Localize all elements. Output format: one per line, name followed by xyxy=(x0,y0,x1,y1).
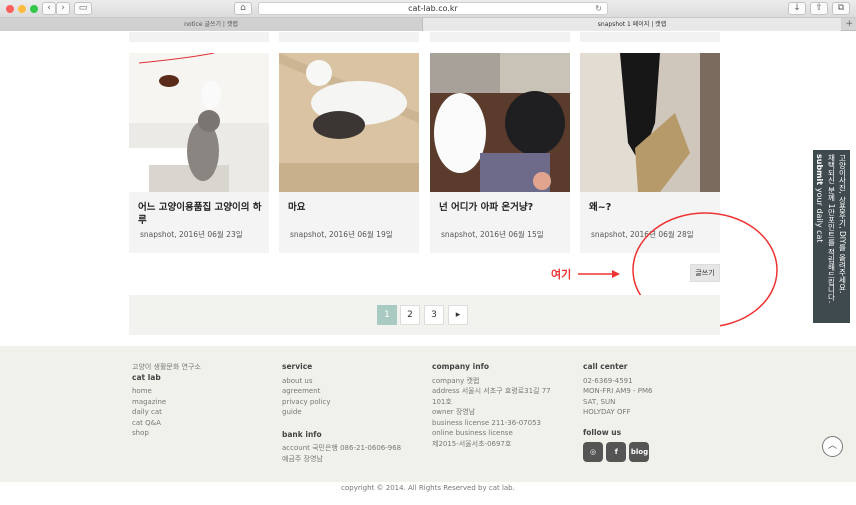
instagram-icon[interactable]: ◎ xyxy=(583,442,603,462)
service-heading: service xyxy=(282,362,313,371)
banner-submit-title: submit your daily cat xyxy=(815,154,824,243)
page-1-button[interactable]: 1 xyxy=(377,305,397,325)
page-content: 어느 고양이용품집 고양이의 하루 snapshot, 2016년 06월 23… xyxy=(0,32,856,505)
scroll-top-button[interactable]: ︿ xyxy=(822,436,843,457)
download-icon[interactable]: ↓ xyxy=(788,2,806,15)
company-line: company 캣랩 xyxy=(432,376,480,385)
follow-heading: follow us xyxy=(583,427,622,437)
back-icon[interactable]: ‹ xyxy=(42,2,56,15)
submit-side-banner[interactable]: submit your daily cat 채택되신 분께 1만포인트를 적립해… xyxy=(813,150,850,323)
footer-brand-column: 고양이 생활문화 연구소 cat lab home magazine daily… xyxy=(132,362,201,439)
home-icon[interactable]: ⌂ xyxy=(234,2,252,15)
next-page-button[interactable]: ▸ xyxy=(448,305,468,325)
close-window-button[interactable] xyxy=(6,5,14,13)
footer-company-column: company info company 캣랩 address 서울시 서초구 … xyxy=(432,362,551,449)
reload-icon[interactable]: ↻ xyxy=(595,3,602,14)
banner-line: 채택되신 분께 1만포인트를 적립해드립니다. xyxy=(827,154,836,304)
browser-window: ‹ › ▭ ⌂ cat-lab.co.kr ↻ ↓ ⇧ ⧉ notice 글쓰기… xyxy=(0,0,856,505)
minimize-window-button[interactable] xyxy=(18,5,26,13)
footer-link-magazine[interactable]: magazine xyxy=(132,397,201,408)
footer-call-column: call center 02-6369-4591 MON-FRI AM9 - P… xyxy=(583,362,652,462)
footer-link-home[interactable]: home xyxy=(132,386,201,397)
tabs-overview-icon[interactable]: ⧉ xyxy=(832,2,850,15)
footer-link-privacy-policy[interactable]: privacy policy xyxy=(282,397,401,408)
footer-link-shop[interactable]: shop xyxy=(132,428,201,439)
zoom-window-button[interactable] xyxy=(30,5,38,13)
tab-bar: notice 글쓰기 | 캣랩 snapshot 1 페이지 | 캣랩 + xyxy=(0,18,856,31)
tab-snapshot[interactable]: snapshot 1 페이지 | 캣랩 xyxy=(423,18,841,31)
title-bar: ‹ › ▭ ⌂ cat-lab.co.kr ↻ ↓ ⇧ ⧉ xyxy=(0,0,856,18)
facebook-icon[interactable]: f xyxy=(606,442,627,462)
copyright-text: copyright © 2014. All Rights Reserved by… xyxy=(341,484,515,492)
new-tab-icon[interactable]: + xyxy=(845,18,853,31)
bank-heading: bank info xyxy=(282,429,322,439)
sidebar-icon[interactable]: ▭ xyxy=(74,2,92,15)
company-line: 제2015-서울서초-0697호 xyxy=(432,439,512,448)
footer-service-column: service about us agreement privacy polic… xyxy=(282,362,401,464)
footer: 고양이 생활문화 연구소 cat lab home magazine daily… xyxy=(0,346,856,482)
bank-holder: 예금주 장영남 xyxy=(282,454,323,463)
company-line: address 서울시 서초구 효령로31길 77 xyxy=(432,387,551,395)
footer-link-guide[interactable]: guide xyxy=(282,407,401,418)
share-icon[interactable]: ⇧ xyxy=(810,2,828,15)
tab-notice[interactable]: notice 글쓰기 | 캣랩 xyxy=(0,18,423,31)
blog-icon[interactable]: blog xyxy=(629,442,650,462)
page-2-button[interactable]: 2 xyxy=(400,305,420,325)
footer-link-about-us[interactable]: about us xyxy=(282,376,401,387)
call-heading: call center xyxy=(583,362,628,371)
url-text: cat-lab.co.kr xyxy=(408,4,458,13)
page-3-button[interactable]: 3 xyxy=(424,305,444,325)
annotation-arrow-head xyxy=(612,270,620,278)
address-bar[interactable]: cat-lab.co.kr ↻ xyxy=(258,2,608,15)
footer-link-daily-cat[interactable]: daily cat xyxy=(132,407,201,418)
brand-name: cat lab xyxy=(132,372,161,382)
company-line: owner 장영남 xyxy=(432,408,476,416)
brand-subtitle: 고양이 생활문화 연구소 xyxy=(132,363,201,371)
social-links: ◎ f blog xyxy=(583,442,652,462)
forward-icon[interactable]: › xyxy=(56,2,70,15)
write-post-button[interactable]: 글쓰기 xyxy=(690,264,720,282)
company-heading: company info xyxy=(432,362,490,371)
call-line: 02-6369-4591 xyxy=(583,376,633,385)
annotation-label: 여기 xyxy=(551,268,572,281)
company-line: 101호 xyxy=(432,397,452,406)
footer-link-cat-qa[interactable]: cat Q&A xyxy=(132,418,201,429)
call-line: HOLYDAY OFF xyxy=(583,408,631,416)
bank-account: account 국민은행 086-21-0606-968 xyxy=(282,444,402,452)
company-line: online business license xyxy=(432,429,513,437)
footer-link-agreement[interactable]: agreement xyxy=(282,386,401,397)
call-line: MON-FRI AM9 - PM6 xyxy=(583,387,653,395)
company-line: business license 211-36-07053 xyxy=(432,418,541,427)
call-line: SAT, SUN xyxy=(583,397,616,406)
banner-line: 고양이사진, 상품후기, DIY를 올려주세요. xyxy=(838,154,847,294)
